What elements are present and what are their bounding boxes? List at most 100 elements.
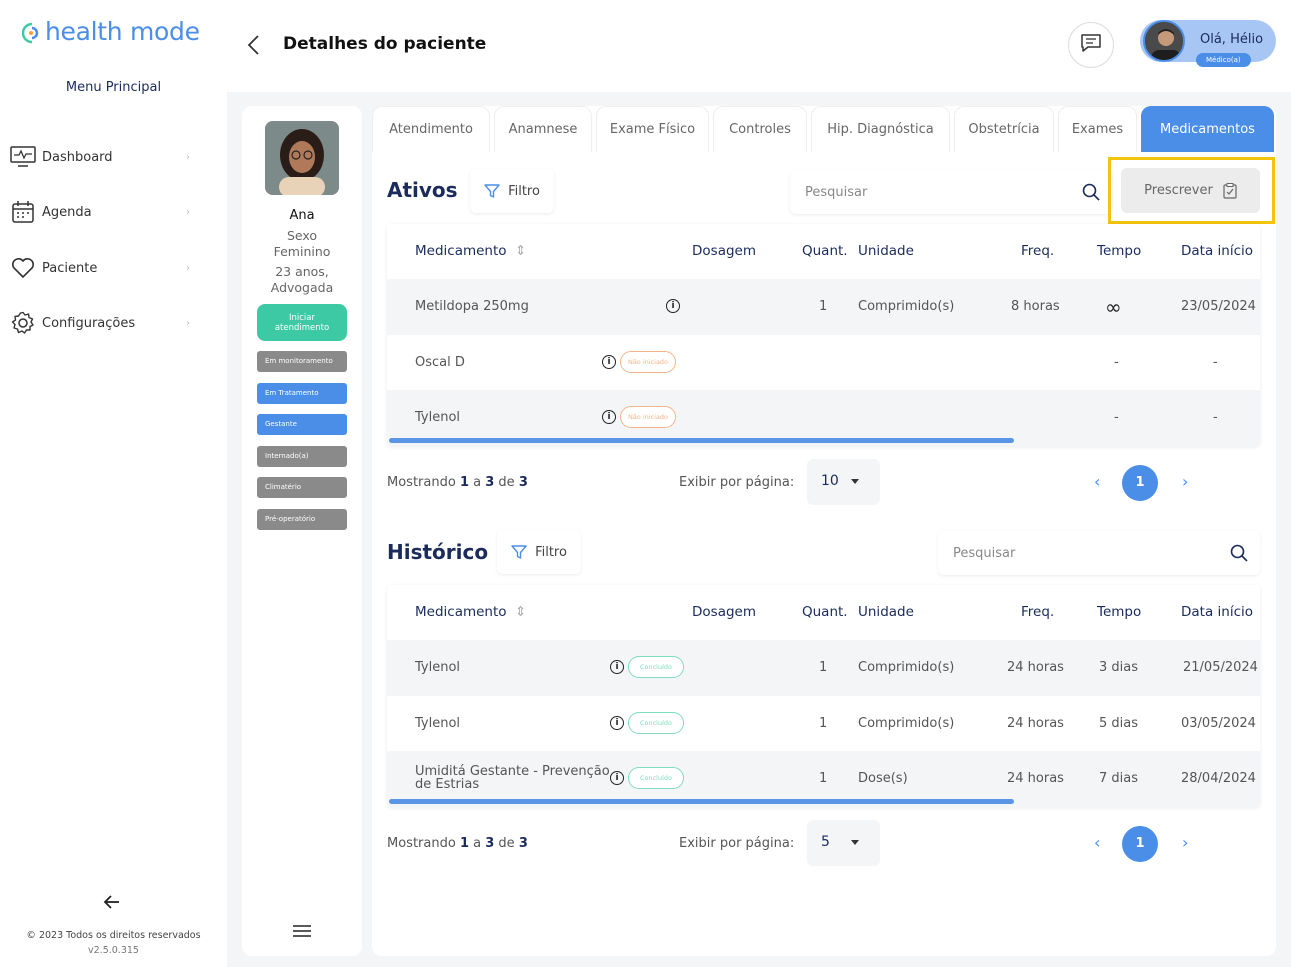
search-input-ativos[interactable] — [790, 170, 1060, 214]
prescribe-button[interactable]: Prescrever — [1121, 168, 1260, 213]
caret-down-icon — [851, 840, 859, 845]
tab-medicamentos[interactable]: Medicamentos — [1141, 106, 1274, 152]
prescribe-label: Prescrever — [1144, 183, 1213, 198]
col-data-inicio: Data início — [1181, 604, 1254, 620]
table-row[interactable]: Metildopa 250mg i 1 Comprimido(s) 8 hora… — [387, 279, 1260, 335]
sort-icon[interactable]: ⇕ — [515, 604, 526, 620]
tab-obstetricia[interactable]: Obstetrícia — [954, 106, 1054, 152]
filter-button-historico[interactable]: Filtro — [497, 530, 581, 574]
info-icon[interactable]: i — [602, 410, 616, 424]
next-page-icon[interactable]: › — [1182, 833, 1188, 852]
cell-quant: 1 — [819, 299, 828, 314]
col-medicamento[interactable]: Medicamento — [415, 243, 507, 259]
tab-exame-fisico[interactable]: Exame Físico — [596, 106, 709, 152]
cell-medicamento: Metildopa 250mg — [415, 299, 529, 314]
tag-climacteric[interactable]: Climatério — [257, 477, 347, 498]
logo-mark-icon — [21, 21, 42, 43]
search-input-historico[interactable] — [938, 531, 1208, 575]
info-icon[interactable]: i — [610, 660, 624, 674]
cell-quant: 1 — [819, 660, 828, 675]
cell-data: 28/04/2024 — [1181, 771, 1256, 786]
table-row[interactable]: Tylenol i Concluído 1 Comprimido(s) 24 h… — [387, 640, 1260, 696]
table-ativos: Medicamento ⇕ Dosagem Quant. Unidade Fre… — [387, 224, 1260, 446]
cell-data: - — [1213, 354, 1218, 370]
tab-exames[interactable]: Exames — [1058, 106, 1137, 152]
cell-freq: 24 horas — [1007, 715, 1064, 731]
tag-treatment[interactable]: Em Tratamento — [257, 383, 347, 404]
cell-unidade: Comprimido(s) — [858, 660, 955, 675]
start-appointment-button[interactable]: Iniciar atendimento — [257, 304, 347, 341]
cell-data: 03/05/2024 — [1181, 715, 1256, 731]
cell-freq: 8 horas — [1011, 299, 1060, 314]
patient-card: Ana Sexo Feminino 23 anos, Advogada Inic… — [242, 106, 362, 956]
sidebar-item-paciente[interactable]: Paciente › — [10, 253, 200, 283]
table-header: Medicamento ⇕ Dosagem Quant. Unidade Fre… — [387, 585, 1260, 640]
tab-controles[interactable]: Controles — [713, 106, 807, 152]
tab-anamnese[interactable]: Anamnese — [494, 106, 592, 152]
version-text: v2.5.0.315 — [88, 945, 139, 956]
cell-unidade: Comprimido(s) — [858, 715, 955, 731]
info-icon[interactable]: i — [666, 299, 680, 313]
next-page-icon[interactable]: › — [1182, 472, 1188, 491]
table-historico: Medicamento ⇕ Dosagem Quant. Unidade Fre… — [387, 585, 1260, 807]
search-box-ativos — [790, 170, 1112, 214]
cell-tempo: 3 dias — [1099, 660, 1139, 675]
menu-title: Menu Principal — [65, 80, 162, 95]
filter-icon — [484, 184, 500, 198]
hamburger-menu-icon[interactable] — [293, 924, 311, 938]
filter-button-ativos[interactable]: Filtro — [470, 169, 554, 213]
cell-medicamento: Umiditá Gestante - Prevenção de Estrias — [415, 764, 610, 792]
back-chevron-icon[interactable] — [244, 33, 266, 57]
cell-data: 23/05/2024 — [1181, 299, 1256, 314]
page-number[interactable]: 1 — [1122, 826, 1158, 862]
tag-hospitalized[interactable]: Internado(a) — [257, 446, 347, 467]
cell-freq: 24 horas — [1007, 660, 1064, 675]
search-icon[interactable] — [1230, 544, 1248, 566]
per-page-select[interactable]: 10 — [807, 459, 880, 505]
sidebar-item-agenda[interactable]: Agenda › — [10, 197, 200, 227]
info-icon[interactable]: i — [610, 715, 624, 730]
per-page-label: Exibir por página: — [679, 836, 795, 851]
sidebar-item-configuracoes[interactable]: Configurações › — [10, 308, 200, 338]
section-title-ativos: Ativos — [387, 178, 458, 202]
chat-button[interactable] — [1068, 22, 1114, 68]
info-icon[interactable]: i — [602, 354, 616, 369]
sort-icon[interactable]: ⇕ — [515, 243, 526, 259]
tag-preoperative[interactable]: Pré-operatório — [257, 509, 347, 530]
table-row[interactable]: Oscal D i Não iniciado - - — [387, 335, 1260, 391]
cell-medicamento: Oscal D — [415, 354, 465, 370]
col-medicamento[interactable]: Medicamento — [415, 604, 507, 620]
search-icon[interactable] — [1082, 183, 1100, 205]
sidebar-item-dashboard[interactable]: Dashboard › — [10, 142, 200, 172]
table-row[interactable]: Tylenol i Concluído 1 Comprimido(s) 24 h… — [387, 696, 1260, 752]
tab-hip-diagnostica[interactable]: Hip. Diagnóstica — [811, 106, 950, 152]
per-page-select[interactable]: 5 — [807, 820, 880, 866]
col-data-inicio: Data início — [1181, 243, 1254, 259]
calendar-icon — [10, 199, 36, 225]
prev-page-icon[interactable]: ‹ — [1094, 833, 1100, 852]
tag-pregnant[interactable]: Gestante — [257, 414, 347, 435]
horizontal-scrollbar[interactable] — [389, 799, 1014, 804]
col-freq: Freq. — [1021, 604, 1055, 620]
status-badge: Não iniciado — [620, 350, 676, 373]
patient-age: 23 anos, — [275, 264, 329, 279]
horizontal-scrollbar[interactable] — [389, 438, 1014, 443]
status-badge: Concluído — [628, 767, 684, 789]
heart-icon — [10, 255, 36, 281]
infinity-icon: ∞ — [1105, 295, 1122, 319]
collapse-sidebar-arrow-icon[interactable] — [100, 890, 124, 914]
user-menu[interactable]: Olá, Hélio Médico(a) — [1140, 20, 1276, 67]
app-logo[interactable]: health mode — [21, 17, 200, 46]
sidebar-item-label: Agenda — [42, 204, 92, 220]
tab-atendimento[interactable]: Atendimento — [372, 106, 490, 152]
filter-label: Filtro — [508, 183, 540, 199]
prev-page-icon[interactable]: ‹ — [1094, 472, 1100, 491]
status-badge: Concluído — [628, 656, 684, 678]
search-box-historico — [938, 531, 1260, 575]
patient-name: Ana — [289, 208, 315, 223]
page-number[interactable]: 1 — [1122, 465, 1158, 501]
info-icon[interactable]: i — [610, 771, 624, 785]
col-freq: Freq. — [1021, 243, 1055, 259]
tag-monitoring[interactable]: Em monitoramento — [257, 351, 347, 372]
caret-down-icon — [851, 479, 859, 484]
